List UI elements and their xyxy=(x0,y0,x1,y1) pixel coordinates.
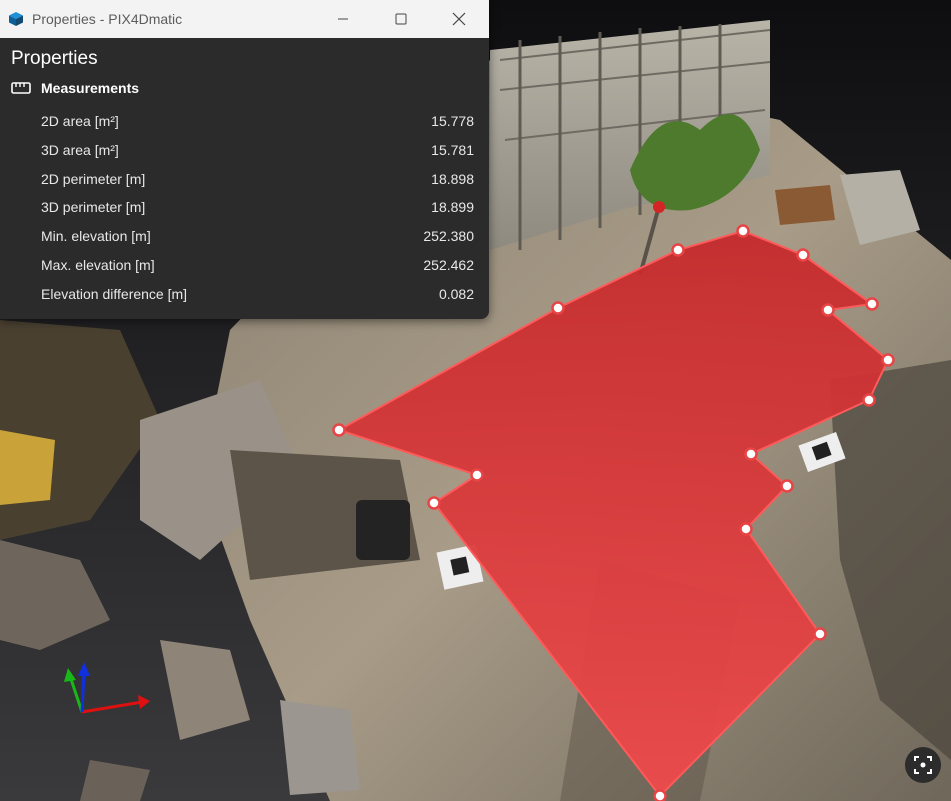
close-button[interactable] xyxy=(436,0,482,38)
measurement-label: 3D area [m²] xyxy=(41,141,119,158)
measurements-section-header[interactable]: Measurements xyxy=(11,78,139,98)
polygon-vertex[interactable] xyxy=(739,522,753,536)
minimize-icon xyxy=(338,18,348,20)
minimize-button[interactable] xyxy=(320,0,366,38)
polygon-vertex[interactable] xyxy=(865,297,879,311)
clutter xyxy=(0,430,55,505)
measurement-value: 252.462 xyxy=(423,256,474,273)
polygon-vertex[interactable] xyxy=(821,303,835,317)
measurement-value: 15.778 xyxy=(431,113,474,129)
fit-view-button[interactable] xyxy=(905,747,941,783)
polygon-vertex[interactable] xyxy=(862,393,876,407)
debris xyxy=(775,185,835,225)
measurement-label: 3D perimeter [m] xyxy=(41,199,146,216)
polygon-vertex[interactable] xyxy=(332,423,346,437)
measurement-value: 18.899 xyxy=(431,199,474,216)
calibration-target xyxy=(450,556,470,576)
measurement-label: Min. elevation [m] xyxy=(41,228,151,245)
maximize-icon xyxy=(395,13,407,25)
pix4d-app-icon xyxy=(9,12,23,26)
measurement-row-3d-area: 3D area [m²] 15.781 xyxy=(0,137,489,166)
measurement-row-2d-perimeter: 2D perimeter [m] 18.898 xyxy=(0,166,489,195)
measurement-value: 252.380 xyxy=(423,228,474,245)
polygon-vertex[interactable] xyxy=(744,447,758,461)
measurement-label: Max. elevation [m] xyxy=(41,256,155,273)
maximize-button[interactable] xyxy=(378,0,424,38)
measurement-value: 15.781 xyxy=(431,141,474,158)
polygon-vertex[interactable] xyxy=(470,468,484,482)
measurement-row-3d-perimeter: 3D perimeter [m] 18.899 xyxy=(0,194,489,223)
section-label: Measurements xyxy=(41,80,140,96)
polygon-vertex[interactable] xyxy=(813,627,827,641)
polygon-vertex[interactable] xyxy=(780,479,794,493)
measurement-row-min-elevation: Min. elevation [m] 252.380 xyxy=(0,223,489,252)
polygon-vertex[interactable] xyxy=(671,243,685,257)
measurement-label: 2D perimeter [m] xyxy=(41,170,146,187)
z-axis-arrow xyxy=(80,671,86,713)
polygon-vertex[interactable] xyxy=(796,248,810,262)
measurement-label: 2D area [m²] xyxy=(41,113,119,129)
measurement-row-2d-area: 2D area [m²] 15.778 xyxy=(0,108,489,137)
measurements-list: 2D area [m²] 15.778 3D area [m²] 15.781 … xyxy=(0,108,489,310)
window-title: Properties - PIX4Dmatic xyxy=(32,11,183,27)
measurement-label: Elevation difference [m] xyxy=(41,285,188,302)
polygon-vertex[interactable] xyxy=(551,301,565,315)
panel-title: Properties xyxy=(11,48,98,69)
ruler-icon xyxy=(11,82,31,94)
measurement-value: 0.082 xyxy=(438,285,474,302)
clutter xyxy=(280,700,360,795)
polygon-vertex[interactable] xyxy=(427,496,441,510)
measurement-row-elevation-difference: Elevation difference [m] 0.082 xyxy=(0,281,489,310)
polygon-vertex[interactable] xyxy=(736,224,750,238)
fit-view-icon xyxy=(914,756,932,774)
black-case xyxy=(356,500,410,560)
polygon-vertex[interactable] xyxy=(881,353,895,367)
polygon-vertex[interactable] xyxy=(653,789,667,801)
measurement-row-max-elevation: Max. elevation [m] 252.462 xyxy=(0,252,489,281)
measurement-value: 18.898 xyxy=(431,170,474,187)
properties-window: Properties - PIX4Dmatic Properties Measu xyxy=(0,0,489,319)
close-icon xyxy=(452,12,466,26)
survey-stake-cap xyxy=(653,201,665,213)
window-titlebar[interactable]: Properties - PIX4Dmatic xyxy=(0,0,489,38)
